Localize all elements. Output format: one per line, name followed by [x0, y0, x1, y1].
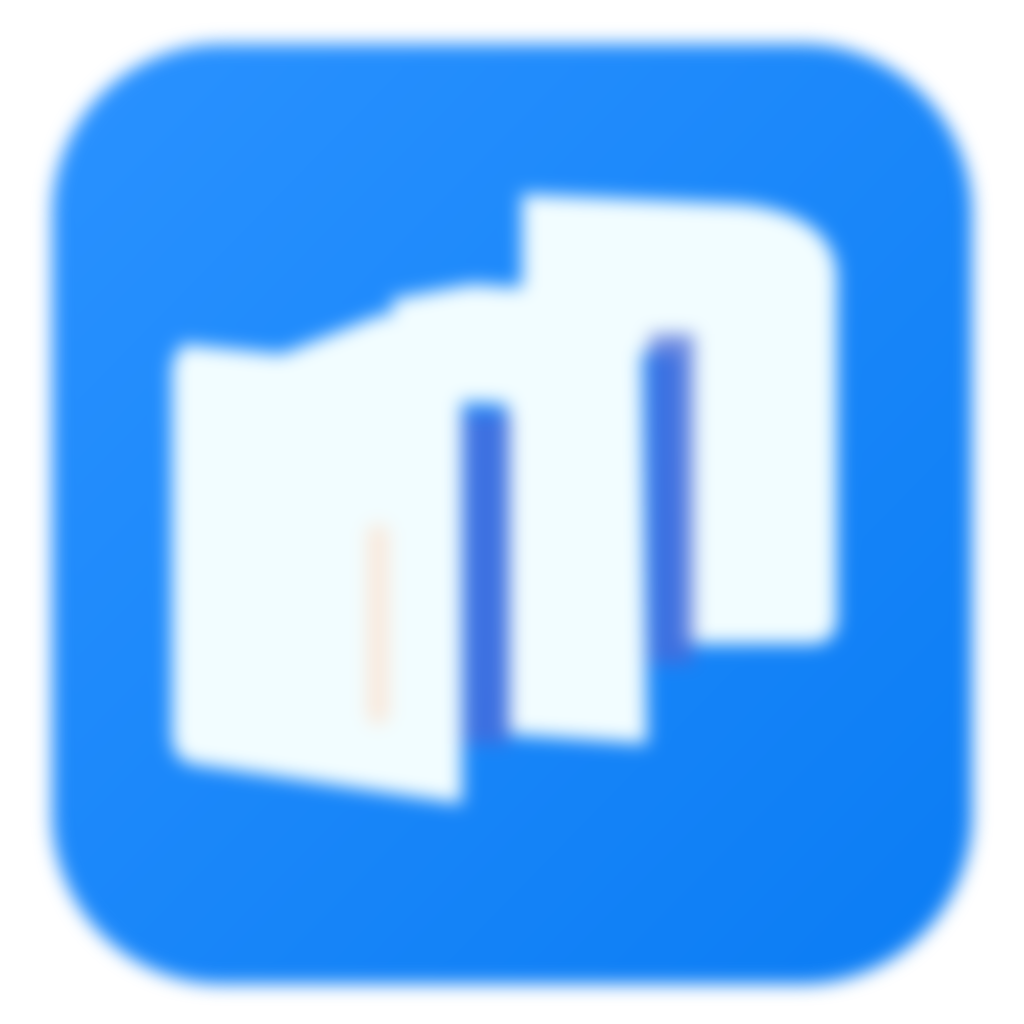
page-divider-shadow: [464, 414, 510, 744]
icon-canvas: [0, 0, 1024, 1024]
document-stack-icon: [52, 44, 972, 984]
page-divider-shadow: [650, 334, 694, 664]
app-icon[interactable]: [52, 44, 972, 984]
front-page: [172, 314, 462, 804]
page-mark: [367, 524, 389, 724]
